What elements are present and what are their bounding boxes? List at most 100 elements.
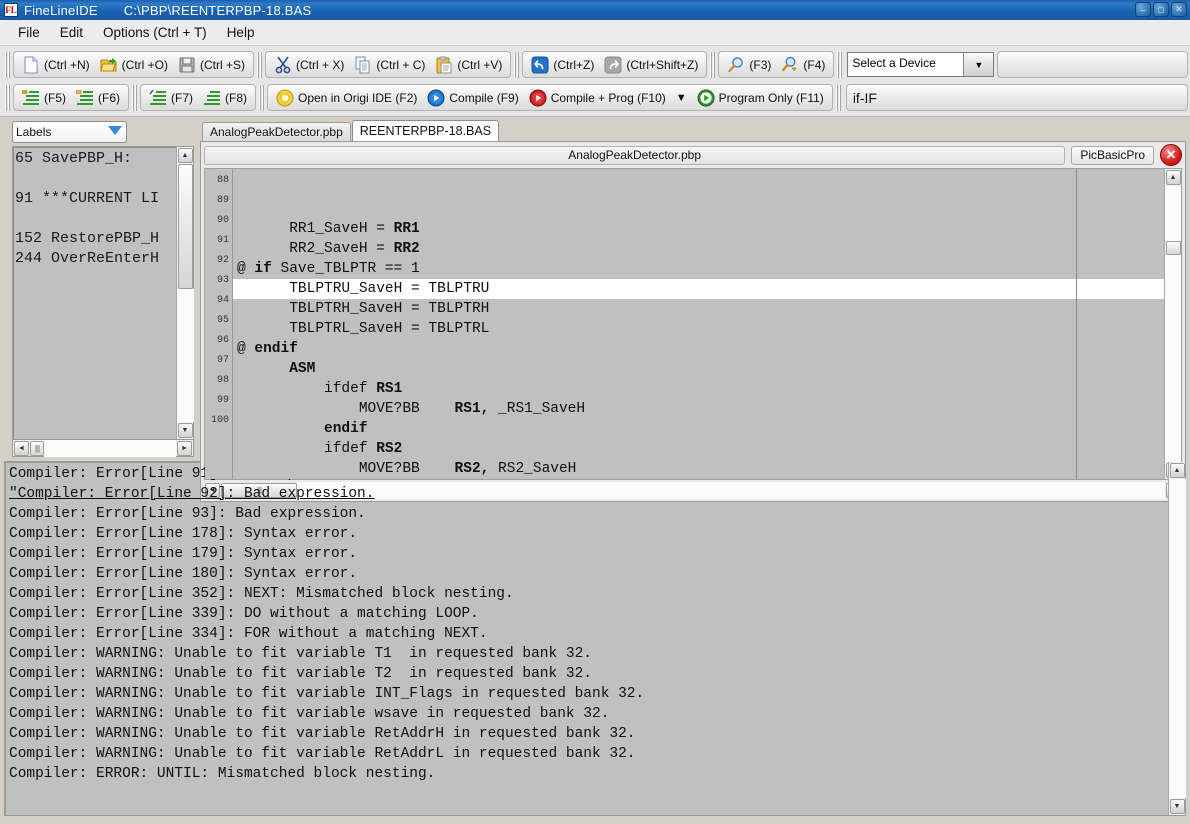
output-line[interactable]: Compiler: WARNING: Unable to fit variabl… (9, 744, 1168, 764)
code-line[interactable]: RR2_SaveH = RR2 (233, 239, 1164, 259)
output-line[interactable]: Compiler: WARNING: Unable to fit variabl… (9, 644, 1168, 664)
scroll-right-button[interactable]: ► (177, 441, 192, 456)
output-line[interactable]: "Compiler: Error[Line 92]: Bad expressio… (9, 484, 1168, 504)
compiler-output-panel[interactable]: Compiler: Error[Line 91]: Bad expression… (4, 461, 1186, 816)
output-line[interactable]: Compiler: Error[Line 180]: Syntax error. (9, 564, 1168, 584)
open-in-original-ide-button[interactable]: Open in Origi IDE (F2) (271, 86, 422, 109)
menu-file[interactable]: File (8, 22, 50, 43)
output-line[interactable]: Compiler: ERROR: UNTIL: Mismatched block… (9, 764, 1168, 784)
scroll-left-button[interactable]: ◄ (14, 441, 29, 456)
output-line[interactable]: Compiler: Error[Line 339]: DO without a … (9, 604, 1168, 624)
device-select[interactable]: Select a Device ▼ (847, 52, 994, 77)
scroll-thumb[interactable] (178, 164, 193, 289)
code-line[interactable]: TBLPTRL_SaveH = TBLPTRL (233, 319, 1164, 339)
scroll-track[interactable] (1165, 255, 1182, 462)
tab-analogpeakdetector[interactable]: AnalogPeakDetector.pbp (202, 122, 351, 141)
toolbar-grip-icon[interactable] (836, 52, 843, 78)
list-item[interactable]: 91 ***CURRENT LI (15, 189, 176, 209)
find-button[interactable]: (F3) (722, 53, 776, 76)
find-next-button[interactable]: (F4) (776, 53, 830, 76)
code-line[interactable]: @ endif (233, 339, 1164, 359)
redo-button[interactable]: (Ctrl+Shift+Z) (599, 53, 703, 76)
code-line[interactable]: endif (233, 419, 1164, 439)
compile-dropdown-button[interactable]: ▼ (671, 86, 692, 109)
tab-reenterpbp[interactable]: REENTERPBP-18.BAS (352, 120, 499, 141)
toolbar-grip-icon[interactable] (131, 85, 138, 111)
labels-vertical-scrollbar[interactable]: ▲ ▼ (176, 147, 193, 439)
code-line[interactable]: MOVE?BB RS1, _RS1_SaveH (233, 399, 1164, 419)
compile-button[interactable]: Compile (F9) (422, 86, 523, 109)
toolbar-grip-icon[interactable] (256, 52, 263, 78)
toolbar-grip-icon[interactable] (4, 85, 11, 111)
code-scroll-area[interactable]: 888990919293949596979899100 RR1_SaveH = … (205, 169, 1164, 479)
output-line[interactable]: Compiler: WARNING: Unable to fit variabl… (9, 724, 1168, 744)
code-line[interactable]: @ if Save_TBLPTR == 1 (233, 259, 1164, 279)
toolbar-grip-icon[interactable] (258, 85, 265, 111)
output-line[interactable]: Compiler: Error[Line 352]: NEXT: Mismatc… (9, 584, 1168, 604)
device-select-value[interactable]: Select a Device (848, 53, 963, 76)
labels-selector[interactable]: Labels (12, 121, 127, 143)
scroll-up-button[interactable]: ▲ (1166, 170, 1181, 185)
undo-button[interactable]: (Ctrl+Z) (526, 53, 599, 76)
open-file-button[interactable]: (Ctrl +O) (95, 53, 173, 76)
scroll-track[interactable] (177, 289, 194, 422)
code-vertical-scrollbar[interactable]: ▲ ▼ (1164, 169, 1181, 479)
status-text-field[interactable]: if-IF (846, 84, 1188, 111)
toolbar-grip-icon[interactable] (709, 52, 716, 78)
scroll-thumb[interactable] (1166, 241, 1181, 255)
output-vertical-scrollbar[interactable]: ▲ ▼ (1168, 462, 1185, 815)
code-line[interactable]: ASM (233, 359, 1164, 379)
scroll-down-button[interactable]: ▼ (178, 423, 193, 438)
current-file-path-field[interactable]: AnalogPeakDetector.pbp (204, 146, 1065, 165)
output-line[interactable]: Compiler: Error[Line 334]: FOR without a… (9, 624, 1168, 644)
scroll-up-button[interactable]: ▲ (1170, 463, 1185, 478)
new-file-button[interactable]: (Ctrl +N) (17, 53, 95, 76)
code-editor[interactable]: 888990919293949596979899100 RR1_SaveH = … (204, 168, 1182, 480)
scroll-thumb-h[interactable]: |||| (30, 441, 44, 456)
toolbar-grip-icon[interactable] (835, 85, 842, 111)
code-line[interactable]: RR1_SaveH = RR1 (233, 219, 1164, 239)
output-line[interactable]: Compiler: Error[Line 178]: Syntax error. (9, 524, 1168, 544)
copy-button[interactable]: (Ctrl + C) (349, 53, 430, 76)
list-item[interactable]: 152 RestorePBP_H (15, 229, 176, 249)
code-line[interactable]: TBLPTRU_SaveH = TBLPTRU (233, 279, 1164, 299)
list-item[interactable]: 244 OverReEnterH (15, 249, 176, 269)
scroll-up-button[interactable]: ▲ (178, 148, 193, 163)
close-button[interactable]: ✕ (1171, 2, 1187, 17)
menu-edit[interactable]: Edit (50, 22, 93, 43)
minimize-button[interactable]: – (1135, 2, 1151, 17)
code-line[interactable]: ifdef RS2 (233, 439, 1164, 459)
labels-horizontal-scrollbar[interactable]: ◄ |||| ► (12, 440, 194, 457)
output-line[interactable]: Compiler: Error[Line 93]: Bad expression… (9, 504, 1168, 524)
list-item[interactable]: 65 SavePBP_H: (15, 149, 176, 169)
device-select-arrow-button[interactable]: ▼ (963, 53, 993, 76)
maximize-button[interactable]: □ (1153, 2, 1169, 17)
close-document-button[interactable]: ✕ (1160, 144, 1182, 166)
scroll-track-h[interactable] (44, 440, 176, 457)
toolbar-grip-icon[interactable] (513, 52, 520, 78)
output-line[interactable]: Compiler: WARNING: Unable to fit variabl… (9, 664, 1168, 684)
menu-help[interactable]: Help (217, 22, 265, 43)
menu-options[interactable]: Options (Ctrl + T) (93, 22, 217, 43)
indent-left-button[interactable]: (F6) (71, 86, 125, 109)
output-line[interactable]: Compiler: WARNING: Unable to fit variabl… (9, 684, 1168, 704)
toolbar-grip-icon[interactable] (4, 52, 11, 78)
code-line[interactable]: ifdef RS1 (233, 379, 1164, 399)
code-line[interactable]: MOVE?BB RS2, RS2_SaveH (233, 459, 1164, 479)
cut-button[interactable]: (Ctrl + X) (269, 53, 349, 76)
picbasicpro-button[interactable]: PicBasicPro (1071, 146, 1154, 165)
program-only-button[interactable]: Program Only (F11) (692, 86, 829, 109)
comment-block-button[interactable]: (F7) (144, 86, 198, 109)
indent-right-button[interactable]: (F5) (17, 86, 71, 109)
code-text[interactable]: RR1_SaveH = RR1 RR2_SaveH = RR2@ if Save… (233, 169, 1164, 479)
output-line[interactable]: Compiler: WARNING: Unable to fit variabl… (9, 704, 1168, 724)
code-line[interactable]: TBLPTRH_SaveH = TBLPTRH (233, 299, 1164, 319)
compiler-output-text[interactable]: Compiler: Error[Line 91]: Bad expression… (5, 462, 1168, 815)
scroll-track[interactable] (1169, 479, 1186, 798)
scroll-track[interactable] (1165, 186, 1182, 241)
save-file-button[interactable]: (Ctrl +S) (173, 53, 250, 76)
compile-and-program-button[interactable]: Compile + Prog (F10) (524, 86, 671, 109)
output-line[interactable]: Compiler: Error[Line 179]: Syntax error. (9, 544, 1168, 564)
uncomment-block-button[interactable]: (F8) (198, 86, 252, 109)
paste-button[interactable]: (Ctrl +V) (430, 53, 507, 76)
